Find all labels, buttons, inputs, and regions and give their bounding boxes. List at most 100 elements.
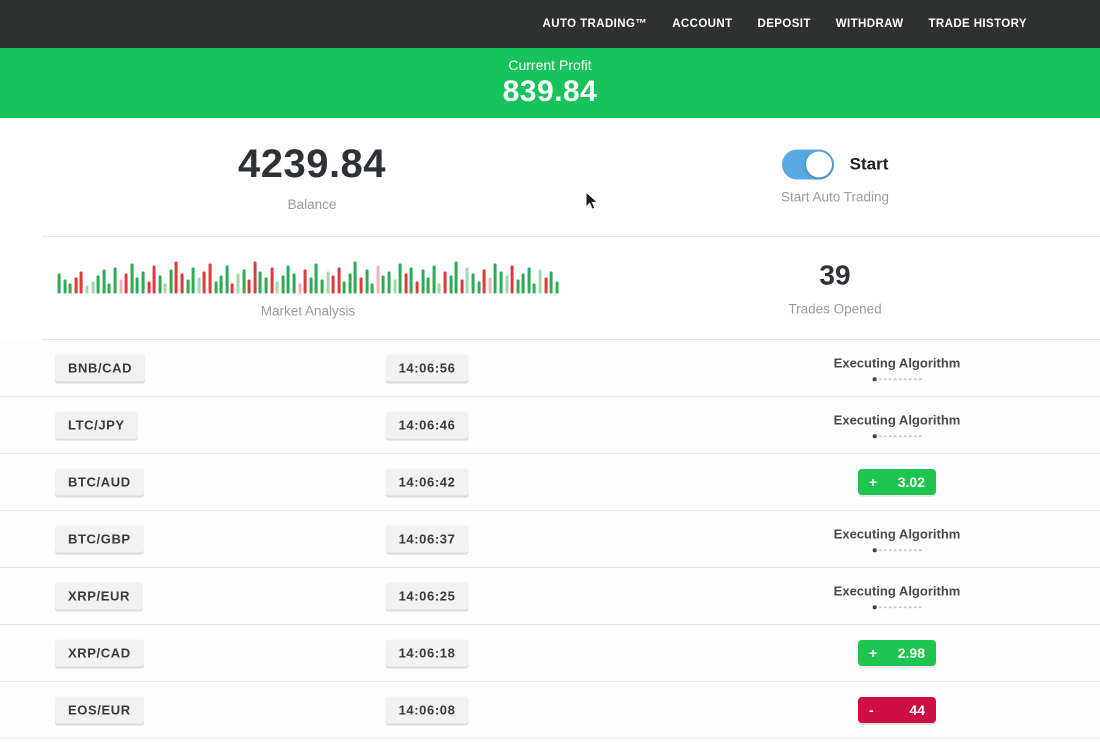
analysis-bar bbox=[365, 270, 368, 294]
pair-badge: BTC/GBP bbox=[55, 526, 144, 553]
analysis-bar bbox=[63, 280, 66, 294]
analysis-bar bbox=[393, 280, 396, 294]
analysis-bar bbox=[477, 282, 480, 294]
loading-dot bbox=[889, 606, 892, 609]
analysis-bar bbox=[455, 262, 458, 294]
analysis-bar bbox=[147, 282, 150, 294]
executing-label: Executing Algorithm bbox=[834, 583, 961, 598]
analysis-bar bbox=[522, 274, 525, 294]
analysis-bar bbox=[125, 274, 128, 294]
time-badge: 14:06:56 bbox=[386, 355, 469, 382]
analysis-bar bbox=[449, 276, 452, 294]
analysis-bar bbox=[388, 272, 391, 294]
loading-dot bbox=[919, 549, 922, 552]
executing-dots bbox=[834, 548, 961, 552]
market-analysis-label: Market Analysis bbox=[58, 304, 559, 319]
loading-dot bbox=[879, 549, 882, 552]
loading-dot bbox=[894, 378, 897, 381]
analysis-bar bbox=[136, 278, 139, 294]
time-badge: 14:06:42 bbox=[386, 469, 469, 496]
pair-badge: BNB/CAD bbox=[55, 355, 145, 382]
loading-dot bbox=[914, 378, 917, 381]
loading-dot bbox=[914, 549, 917, 552]
analysis-bar bbox=[164, 284, 167, 294]
toggle-label: Start bbox=[850, 155, 889, 175]
nav-trade-history[interactable]: TRADE HISTORY bbox=[929, 18, 1028, 30]
analysis-bar bbox=[371, 284, 374, 294]
loading-dot bbox=[899, 378, 902, 381]
analysis-bar bbox=[416, 282, 419, 294]
status-executing: Executing Algorithm bbox=[834, 583, 961, 609]
balance-value: 4239.84 bbox=[238, 142, 386, 187]
analysis-bar bbox=[499, 272, 502, 294]
status-executing: Executing Algorithm bbox=[834, 412, 961, 438]
analysis-bar bbox=[203, 272, 206, 294]
trade-status: - 44 bbox=[858, 697, 936, 723]
loading-dot bbox=[879, 606, 882, 609]
nav-account[interactable]: ACCOUNT bbox=[672, 18, 732, 30]
analysis-bar bbox=[544, 278, 547, 294]
analysis-bar bbox=[192, 268, 195, 294]
trade-status: + 3.02 bbox=[858, 469, 936, 495]
analysis-bar bbox=[74, 278, 77, 294]
loading-dot bbox=[919, 606, 922, 609]
analysis-bar bbox=[86, 286, 89, 294]
analysis-bar bbox=[320, 280, 323, 294]
loading-dot bbox=[909, 606, 912, 609]
loading-dot bbox=[904, 606, 907, 609]
analysis-bar bbox=[242, 270, 245, 294]
analysis-bar bbox=[466, 268, 469, 294]
trade-status: Executing Algorithm bbox=[834, 583, 961, 609]
time-badge: 14:06:46 bbox=[386, 412, 469, 439]
time-badge: 14:06:25 bbox=[386, 583, 469, 610]
trade-status: Executing Algorithm bbox=[834, 412, 961, 438]
status-badge: + 2.98 bbox=[858, 640, 936, 666]
analysis-bar bbox=[158, 276, 161, 294]
auto-trading-toggle[interactable] bbox=[782, 150, 834, 180]
loading-dot bbox=[904, 378, 907, 381]
loading-dot bbox=[884, 378, 887, 381]
analysis-bar bbox=[421, 270, 424, 294]
status-badge: - 44 bbox=[858, 697, 936, 723]
analysis-bar bbox=[209, 264, 212, 294]
loading-dot bbox=[904, 435, 907, 438]
start-auto-trading-caption: Start Auto Trading bbox=[781, 190, 889, 205]
analysis-bar bbox=[181, 274, 184, 294]
trade-status: + 2.98 bbox=[858, 640, 936, 666]
loading-dot bbox=[894, 435, 897, 438]
nav-withdraw[interactable]: WITHDRAW bbox=[836, 18, 904, 30]
analysis-bar bbox=[58, 274, 61, 294]
loading-dot bbox=[904, 549, 907, 552]
trade-row: BTC/GBP 14:06:37 Executing Algorithm bbox=[0, 511, 1100, 568]
analysis-bar bbox=[315, 264, 318, 294]
nav-auto-trading[interactable]: AUTO TRADING™ bbox=[543, 18, 648, 30]
loading-dot bbox=[919, 435, 922, 438]
status-sign: + bbox=[869, 645, 877, 661]
analysis-bar bbox=[153, 266, 156, 294]
trades-opened-block: 39 Trades Opened bbox=[788, 260, 881, 317]
analysis-bar bbox=[382, 276, 385, 294]
loading-dot bbox=[889, 435, 892, 438]
loading-dot bbox=[899, 549, 902, 552]
analysis-bar bbox=[214, 282, 217, 294]
executing-label: Executing Algorithm bbox=[834, 412, 961, 427]
analysis-bar bbox=[259, 272, 262, 294]
analysis-bar bbox=[169, 270, 172, 294]
loading-dot bbox=[889, 378, 892, 381]
analysis-bar bbox=[511, 266, 514, 294]
analysis-bar bbox=[348, 274, 351, 294]
analysis-bar bbox=[555, 282, 558, 294]
loading-dot bbox=[884, 435, 887, 438]
market-analysis-section: Market Analysis 39 Trades Opened bbox=[42, 236, 1100, 340]
analysis-bar bbox=[505, 276, 508, 294]
analysis-bar bbox=[332, 276, 335, 294]
analysis-bar bbox=[483, 270, 486, 294]
trade-row: LTC/JPY 14:06:46 Executing Algorithm bbox=[0, 397, 1100, 454]
nav-deposit[interactable]: DEPOSIT bbox=[758, 18, 811, 30]
executing-dots bbox=[834, 377, 961, 381]
trades-opened-value: 39 bbox=[788, 260, 881, 292]
analysis-bar bbox=[354, 262, 357, 294]
auto-trading-app: AUTO TRADING™ ACCOUNT DEPOSIT WITHDRAW T… bbox=[0, 0, 1100, 742]
loading-dot bbox=[919, 378, 922, 381]
analysis-bar bbox=[265, 278, 268, 294]
